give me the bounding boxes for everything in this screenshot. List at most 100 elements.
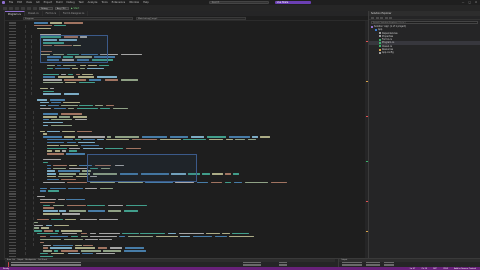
line-number [9, 56, 16, 58]
code-token [57, 198, 65, 201]
code-token [53, 250, 58, 252]
code-token [80, 67, 85, 70]
nav-class-select[interactable]: Program [23, 16, 133, 21]
code-token [33, 221, 39, 224]
menu-item-view[interactable]: View [26, 1, 32, 4]
config-select[interactable]: Debug [39, 6, 53, 10]
code-token [43, 181, 65, 184]
code-token [49, 235, 68, 238]
code-token [80, 235, 88, 238]
maximize-icon[interactable]: □ [468, 1, 470, 4]
code-token [197, 181, 208, 184]
indent-guide [33, 111, 34, 181]
code-token [233, 173, 239, 175]
code-token [61, 130, 76, 132]
menu-item-edit[interactable]: Edit [17, 1, 22, 4]
code-token [63, 22, 84, 24]
code-token [210, 181, 222, 184]
code-token [65, 218, 77, 221]
code-token [126, 204, 147, 206]
line-number [9, 210, 16, 212]
menu-item-analyze[interactable]: Analyze [88, 1, 98, 4]
status-item[interactable]: Ln 57 [410, 268, 416, 270]
code-token [54, 67, 70, 70]
line-number [9, 130, 16, 132]
minimize-icon[interactable]: — [462, 1, 465, 4]
code-token [54, 107, 66, 110]
back-icon[interactable] [3, 6, 7, 10]
solution-tree-item[interactable]: App.config [369, 51, 480, 54]
menu-item-file[interactable]: File [9, 1, 13, 4]
status-item[interactable]: SPC [433, 268, 437, 270]
code-token [65, 153, 86, 155]
code-token [214, 235, 227, 238]
code-area[interactable] [5, 21, 368, 260]
settings-icon[interactable] [389, 16, 392, 19]
line-number [9, 119, 16, 121]
code-token [120, 79, 139, 81]
menu-item-help[interactable]: Help [143, 1, 149, 4]
menu-item-test[interactable]: Test [79, 1, 84, 4]
code-token [72, 67, 79, 70]
refresh-icon[interactable] [380, 16, 383, 19]
line-number [9, 33, 16, 35]
collapse-icon[interactable] [384, 16, 388, 19]
line-number [9, 113, 16, 115]
code-token [99, 238, 112, 241]
line-number [9, 107, 16, 110]
code-token [54, 230, 60, 232]
code-token [46, 176, 57, 178]
forward-icon[interactable] [9, 6, 13, 10]
status-item[interactable]: Add to Source Control [454, 268, 476, 270]
code-token [52, 244, 74, 246]
save-icon[interactable] [15, 6, 19, 10]
code-token [247, 139, 257, 141]
platform-select[interactable]: Any CPU [55, 6, 69, 10]
live-share-button[interactable]: Live Share [274, 1, 311, 4]
menu-item-extensions[interactable]: Extensions [112, 1, 126, 4]
nav-member-select[interactable]: Main(string[] args) [136, 16, 246, 21]
undo-icon[interactable] [27, 6, 31, 10]
line-number [9, 216, 16, 218]
code-token [105, 147, 124, 149]
status-item[interactable]: CRLF [443, 268, 448, 270]
code-token [46, 164, 51, 167]
code-token [69, 147, 81, 149]
home-icon[interactable] [371, 16, 374, 19]
code-token [43, 79, 62, 81]
code-token [60, 144, 79, 147]
code-token [43, 159, 61, 161]
close-icon[interactable]: ✕ [475, 1, 477, 4]
code-token [46, 173, 56, 175]
code-editor[interactable]: Program.cs Class1.cs Form1.cs Form1.Designe… [5, 11, 368, 260]
line-number [9, 93, 16, 95]
search-input[interactable]: Search [208, 1, 269, 4]
redo-icon[interactable] [33, 6, 37, 10]
menu-item-tools[interactable]: Tools [101, 1, 107, 4]
line-number [9, 50, 16, 53]
status-item[interactable]: Ch 23 [421, 268, 427, 270]
sync-icon[interactable] [375, 16, 379, 19]
line-number [9, 147, 16, 149]
solution-search-input[interactable]: Search Solution Explorer (Ctrl+;) [371, 21, 478, 24]
code-token [228, 136, 250, 138]
code-token [80, 250, 101, 252]
code-token [53, 224, 69, 226]
code-token [124, 250, 146, 252]
code-token [84, 238, 98, 241]
line-number [9, 39, 16, 41]
file-icon [379, 48, 381, 51]
code-token [97, 76, 118, 78]
selection-highlight [40, 35, 108, 63]
code-token [78, 141, 96, 144]
menu-item-project[interactable]: Project [44, 1, 53, 4]
menu-item-git[interactable]: Git [36, 1, 40, 4]
code-token [128, 235, 154, 238]
code-token [46, 167, 51, 169]
save-all-icon[interactable] [21, 6, 25, 10]
code-token [232, 233, 249, 235]
start-button[interactable]: ▶ Start [71, 7, 85, 10]
menu-item-debug[interactable]: Debug [66, 1, 74, 4]
menu-item-build[interactable]: Build [56, 1, 62, 4]
menu-item-window[interactable]: Window [129, 1, 139, 4]
